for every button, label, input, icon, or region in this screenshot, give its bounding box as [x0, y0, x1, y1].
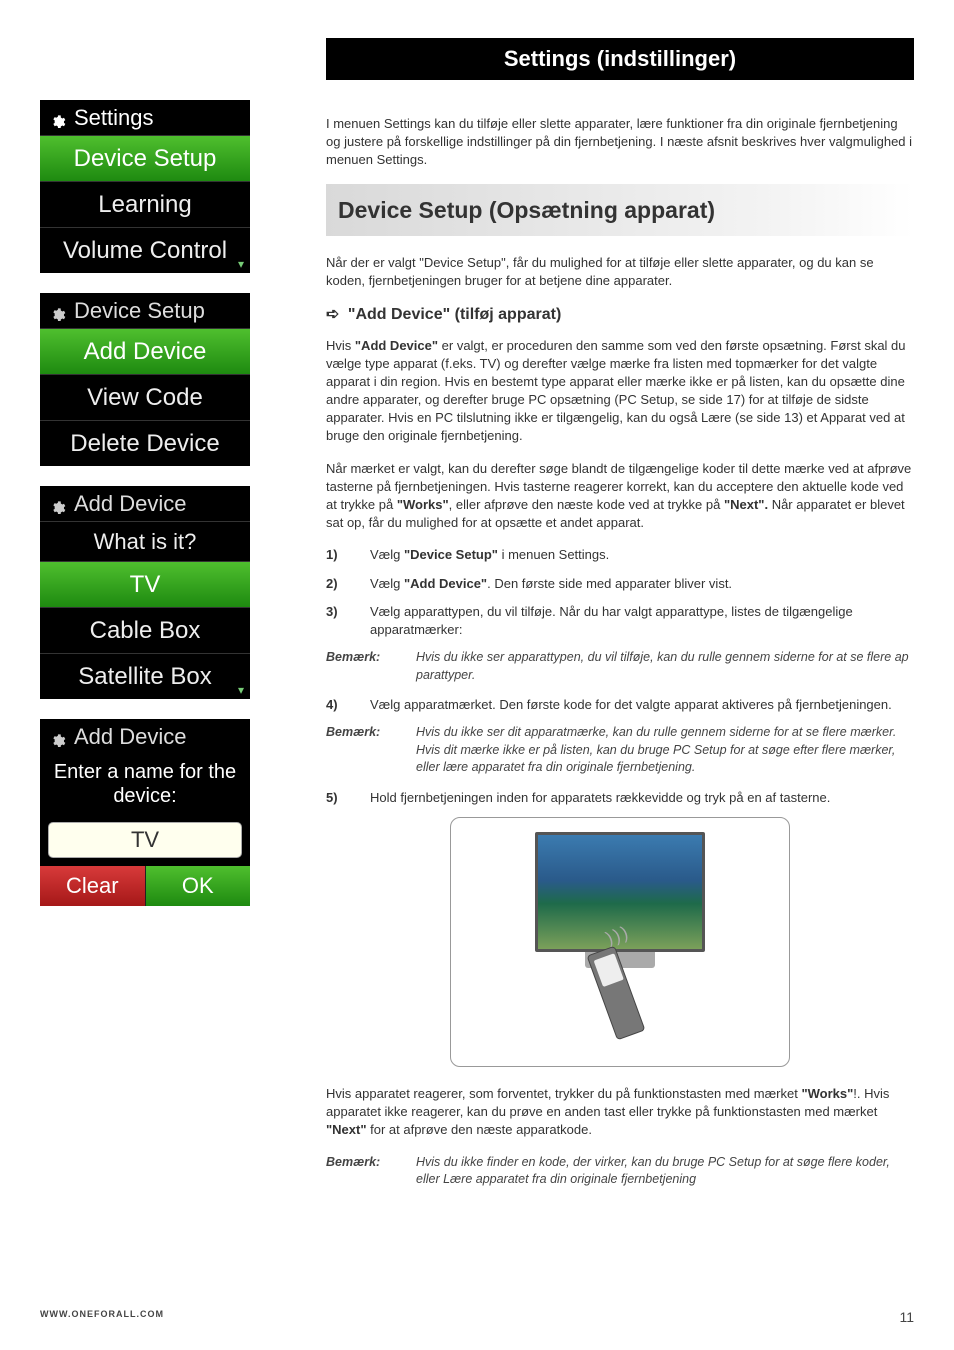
step-3: 3) Vælg apparattypen, du vil tilføje. Nå…: [326, 603, 914, 639]
note-1: Bemærk: Hvis du ikke ser apparattypen, d…: [326, 649, 914, 684]
gear-icon: [50, 303, 66, 319]
screen-device-setup: Device Setup Add Device View Code Delete…: [40, 293, 250, 466]
screen-title: Add Device: [74, 491, 187, 517]
tv-icon: [535, 832, 705, 972]
page-footer: WWW.ONEFORALL.COM 11: [40, 1309, 914, 1325]
clear-button[interactable]: Clear: [40, 866, 146, 906]
button-row: Clear OK: [40, 866, 250, 906]
illustration: ))): [450, 817, 790, 1067]
paragraph-2: Når mærket er valgt, kan du derefter søg…: [326, 460, 914, 533]
screen-title-row: Settings: [40, 100, 250, 135]
screen-title-row: Device Setup: [40, 293, 250, 328]
menu-item-volume-control[interactable]: Volume Control: [40, 227, 250, 273]
menu-item-cable-box[interactable]: Cable Box: [40, 607, 250, 653]
page-header-title: Settings (indstillinger): [504, 46, 736, 72]
screen-add-device-name: Add Device Enter a name for the device: …: [40, 719, 250, 906]
page-header: Settings (indstillinger): [326, 38, 914, 80]
screen-title-row: Add Device: [40, 719, 250, 754]
right-column: I menuen Settings kan du tilføje eller s…: [326, 115, 914, 1201]
step-1: 1) Vælg "Device Setup" i menuen Settings…: [326, 546, 914, 564]
menu-item-add-device[interactable]: Add Device: [40, 328, 250, 374]
step-5: 5) Hold fjernbetjeningen inden for appar…: [326, 789, 914, 807]
step-2: 2) Vælg "Add Device". Den første side me…: [326, 575, 914, 593]
ok-button[interactable]: OK: [146, 866, 251, 906]
paragraph-3: Hvis apparatet reagerer, som forventet, …: [326, 1085, 914, 1140]
menu-item-delete-device[interactable]: Delete Device: [40, 420, 250, 466]
sub-heading-text: "Add Device" (tilføj apparat): [348, 306, 561, 323]
prompt-label: Enter a name for the device:: [40, 754, 250, 818]
screen-settings: Settings Device Setup Learning Volume Co…: [40, 100, 250, 273]
screen-add-device-type: Add Device What is it? TV Cable Box Sate…: [40, 486, 250, 699]
gear-icon: [50, 110, 66, 126]
paragraph-1: Hvis "Add Device" er valgt, er procedure…: [326, 337, 914, 446]
sub-heading: ➪ "Add Device" (tilføj apparat): [326, 304, 914, 326]
gear-icon: [50, 729, 66, 745]
screen-title: Settings: [74, 105, 154, 131]
footer-url: WWW.ONEFORALL.COM: [40, 1309, 164, 1325]
screen-title: Device Setup: [74, 298, 205, 324]
menu-item-satellite-box[interactable]: Satellite Box: [40, 653, 250, 699]
menu-item-tv[interactable]: TV: [40, 561, 250, 607]
screen-title: Add Device: [74, 724, 187, 750]
arrow-right-icon: ➪: [326, 304, 339, 326]
gear-icon: [50, 496, 66, 512]
section-intro: Når der er valgt "Device Setup", får du …: [326, 254, 914, 290]
menu-item-learning[interactable]: Learning: [40, 181, 250, 227]
note-3: Bemærk: Hvis du ikke finder en kode, der…: [326, 1154, 914, 1189]
intro-paragraph: I menuen Settings kan du tilføje eller s…: [326, 115, 914, 170]
step-list: 1) Vælg "Device Setup" i menuen Settings…: [326, 546, 914, 639]
page-number: 11: [899, 1309, 914, 1325]
prompt-label: What is it?: [40, 521, 250, 561]
screen-title-row: Add Device: [40, 486, 250, 521]
menu-item-device-setup[interactable]: Device Setup: [40, 135, 250, 181]
menu-item-view-code[interactable]: View Code: [40, 374, 250, 420]
left-column: Settings Device Setup Learning Volume Co…: [40, 100, 250, 926]
section-heading: Device Setup (Opsætning apparat): [326, 184, 914, 236]
step-4: 4) Vælg apparatmærket. Den første kode f…: [326, 696, 914, 714]
note-2: Bemærk: Hvis du ikke ser dit apparatmærk…: [326, 724, 914, 777]
device-name-input[interactable]: TV: [48, 822, 242, 858]
